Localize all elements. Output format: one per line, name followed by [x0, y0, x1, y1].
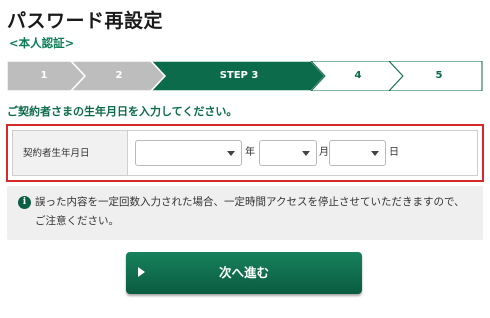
birthdate-label: 契約者生年月日	[23, 148, 90, 159]
day-chevron-down-icon	[371, 151, 379, 156]
step-1-label: 1	[40, 70, 48, 81]
year-select[interactable]	[135, 140, 242, 166]
page-subtitle: <本人認証>	[9, 36, 75, 50]
birthdate-form: 契約者生年月日 年 月 日	[6, 124, 484, 182]
notice-text: 誤った内容を一定回数入力された場合、一定時間アクセスを停止させていただきますので…	[35, 196, 465, 227]
day-select[interactable]	[329, 140, 386, 166]
next-button[interactable]: 次へ進む	[126, 252, 362, 294]
step-4-label: 4	[354, 70, 362, 81]
birthdate-input-cell: 年 月 日	[127, 130, 478, 176]
step-progress: 1 2 STEP 3 4 5	[7, 61, 483, 91]
page-title: パスワード再設定	[7, 10, 164, 32]
next-button-label: 次へ進む	[218, 265, 269, 280]
info-icon: i	[18, 196, 31, 209]
step-3-label: STEP 3	[219, 70, 259, 81]
year-chevron-down-icon	[227, 151, 235, 156]
birthdate-label-cell: 契約者生年月日	[12, 130, 128, 176]
instruction-text: ご契約者さまの生年月日を入力してください。	[7, 105, 238, 118]
month-suffix: 月	[319, 147, 329, 158]
month-chevron-down-icon	[302, 151, 310, 156]
notice-box: i 誤った内容を一定回数入力された場合、一定時間アクセスを停止させていただきます…	[7, 186, 483, 240]
day-suffix: 日	[389, 147, 399, 158]
step-5-label: 5	[435, 70, 443, 81]
year-suffix: 年	[245, 147, 255, 158]
month-select[interactable]	[259, 140, 317, 166]
step-2-label: 2	[115, 70, 123, 81]
